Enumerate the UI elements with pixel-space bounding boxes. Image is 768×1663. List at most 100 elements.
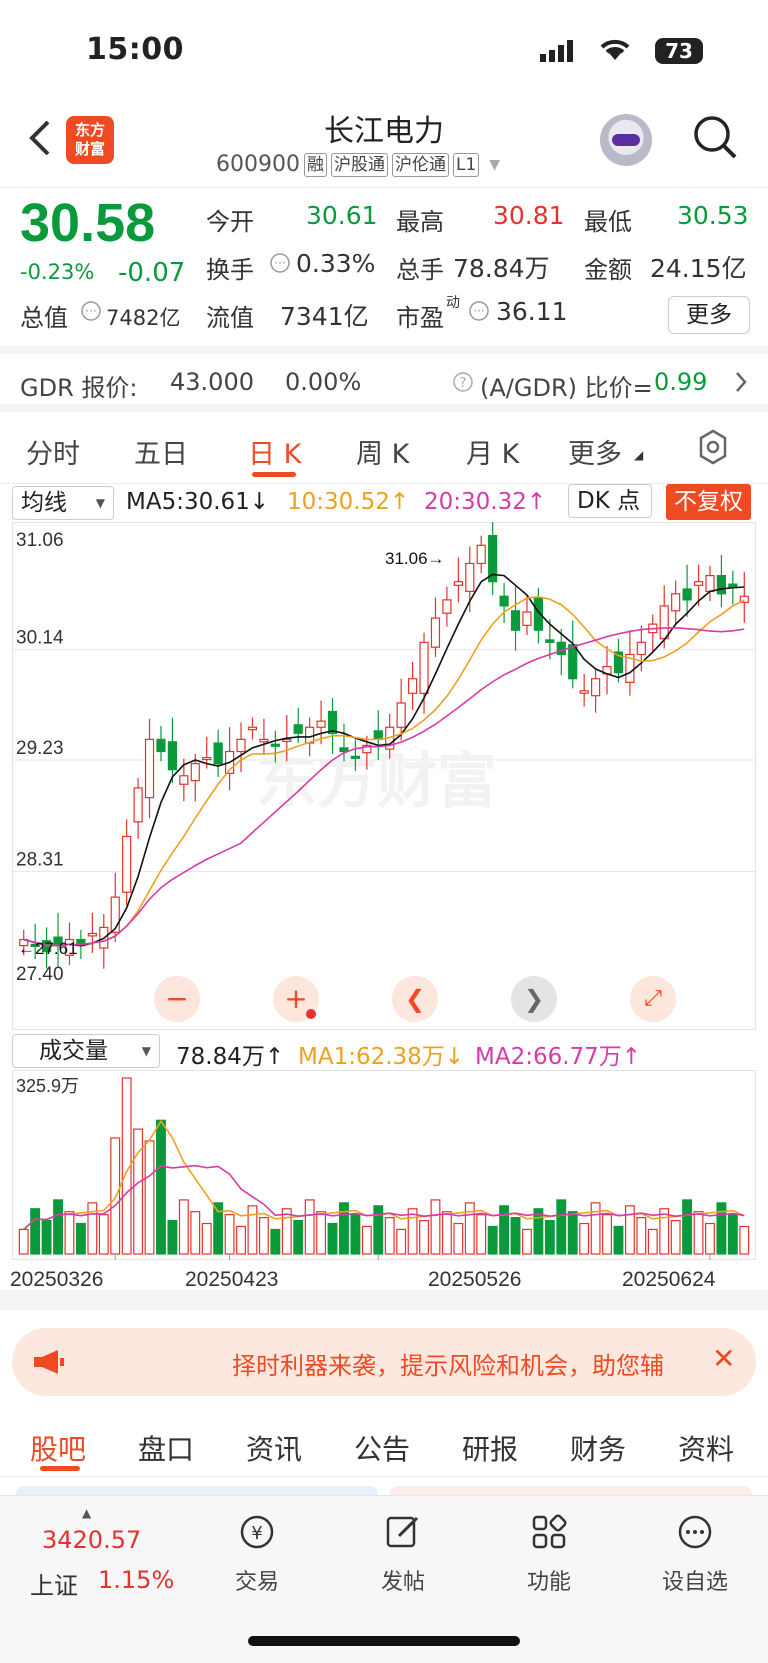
- volume-bar: [556, 1199, 567, 1255]
- tab-daily-k[interactable]: 日 K: [248, 432, 301, 471]
- tab-more[interactable]: 更多: [568, 432, 622, 471]
- gdr-row[interactable]: GDR 报价: 43.000 0.00% ? (A/GDR) 比价= 0.99: [0, 354, 768, 412]
- bottom-nav: ▲ 3420.57 上证 1.15% ¥ 交易 发帖 功能 设自选: [0, 1495, 768, 1663]
- stock-code: 600900: [216, 152, 300, 177]
- gdr-percent: 0.00%: [285, 368, 362, 396]
- candle-body: [510, 610, 521, 631]
- candle-body: [716, 575, 727, 595]
- active-tab-indicator: [252, 472, 296, 477]
- candle-body: [556, 641, 566, 656]
- index-value[interactable]: 3420.57: [42, 1526, 141, 1554]
- candle-body: [522, 611, 532, 626]
- candle-body: [236, 738, 246, 753]
- volume-bar: [647, 1228, 658, 1255]
- tab-profile[interactable]: 资料: [678, 1428, 734, 1468]
- tag-level: L1: [452, 152, 480, 177]
- tab-guba[interactable]: 股吧: [30, 1428, 86, 1468]
- change-amount: -0.07: [118, 258, 186, 288]
- svg-text:···: ···: [85, 304, 96, 318]
- info-icon[interactable]: ···: [468, 300, 490, 326]
- tab-news[interactable]: 资讯: [246, 1428, 302, 1468]
- svg-text:?: ?: [460, 376, 467, 391]
- candle-body: [465, 562, 475, 592]
- volume-bar: [18, 1228, 29, 1255]
- tab-order-book[interactable]: 盘口: [138, 1428, 194, 1468]
- nav-functions-label: 功能: [526, 1570, 571, 1595]
- volume-bar: [716, 1202, 727, 1255]
- svg-text:···: ···: [274, 256, 285, 270]
- info-icon[interactable]: ···: [80, 300, 102, 326]
- candle-body: [430, 617, 441, 648]
- fullscreen-icon[interactable]: ⤢: [630, 976, 676, 1022]
- candle-body: [213, 742, 223, 765]
- volume-bar: [590, 1202, 601, 1255]
- candle-body: [179, 775, 189, 785]
- volume-chart[interactable]: 325.9万: [12, 1070, 756, 1260]
- volume-bar: [613, 1225, 624, 1255]
- tab-monthly-k[interactable]: 月 K: [466, 432, 519, 471]
- volume-bar: [201, 1222, 212, 1255]
- nav-post[interactable]: 发帖: [358, 1512, 448, 1596]
- candle-body: [156, 738, 166, 753]
- candle-body: [407, 678, 418, 694]
- status-bar: 15:00 73: [0, 0, 768, 100]
- price-tick-label: 29.23: [16, 738, 64, 759]
- volume-bar: [705, 1222, 715, 1255]
- index-percent[interactable]: 1.15%: [98, 1566, 174, 1594]
- settings-gear-icon[interactable]: [694, 428, 732, 470]
- price-tick-label: 27.40: [16, 964, 64, 985]
- active-tab-indicator: [40, 1466, 80, 1471]
- low-value: 30.53: [677, 201, 749, 230]
- tab-announcements[interactable]: 公告: [354, 1428, 410, 1468]
- volume-bar: [682, 1199, 693, 1255]
- ma20-value: 20:30.32↑: [424, 489, 547, 515]
- watermark: 东方财富: [257, 747, 497, 817]
- volume-label: 总手: [396, 256, 444, 284]
- candle-body: [122, 835, 132, 893]
- battery-icon: 73: [655, 38, 703, 64]
- volume-bar: [224, 1214, 235, 1255]
- volume-indicator-select[interactable]: 成交量 ▼: [12, 1034, 160, 1068]
- volume-bar: [75, 1222, 86, 1255]
- candlestick-chart[interactable]: 东方财富 31.06 30.14 29.23 28.31 27.40 31.06→ ←27.…: [12, 522, 756, 1030]
- volume-bar: [510, 1217, 521, 1255]
- signal-icon: [540, 40, 576, 66]
- close-icon[interactable]: ✕: [712, 1342, 735, 1375]
- stock-code-row[interactable]: 600900 融 沪股通 沪伦通 L1 ▼: [216, 152, 500, 177]
- status-time: 15:00: [86, 32, 184, 67]
- tab-research[interactable]: 研报: [462, 1428, 518, 1468]
- tab-weekly-k[interactable]: 周 K: [356, 432, 409, 471]
- indicator-select[interactable]: 均线 ▼: [12, 486, 114, 520]
- scroll-right-button[interactable]: ❯: [511, 976, 557, 1022]
- candle-body: [316, 720, 326, 728]
- no-adjust-button[interactable]: 不复权: [666, 484, 751, 520]
- nav-add-watchlist[interactable]: 设自选: [650, 1512, 740, 1596]
- tab-five-day[interactable]: 五日: [134, 432, 188, 471]
- stock-name: 长江电力: [324, 114, 444, 149]
- dropdown-icon: ▼: [141, 1044, 151, 1058]
- tab-finance[interactable]: 财务: [570, 1428, 626, 1468]
- candle-body: [144, 738, 155, 799]
- volume-select-label: 成交量: [39, 1038, 108, 1064]
- turnover-label: 换手: [206, 256, 254, 284]
- scroll-left-button[interactable]: ❮: [392, 976, 438, 1022]
- volume-bar: [64, 1211, 75, 1255]
- volume-bar: [487, 1225, 498, 1255]
- search-icon[interactable]: [692, 114, 738, 164]
- candle-body: [350, 755, 361, 759]
- help-icon[interactable]: ?: [452, 371, 474, 399]
- promo-banner[interactable]: 择时利器来袭，提示风险和机会，助您辅 ✕: [12, 1328, 756, 1396]
- index-name[interactable]: 上证: [30, 1566, 78, 1601]
- volume-bar: [693, 1211, 704, 1255]
- info-icon[interactable]: ···: [269, 252, 291, 278]
- volume-bar: [156, 1119, 166, 1255]
- candle-body: [202, 756, 212, 761]
- assistant-robot-icon[interactable]: [600, 114, 652, 166]
- dk-point-select[interactable]: DK 点: [568, 484, 652, 518]
- more-button[interactable]: 更多: [668, 296, 750, 334]
- tab-intraday[interactable]: 分时: [26, 432, 80, 471]
- zoom-out-button[interactable]: −: [154, 976, 200, 1022]
- nav-trade[interactable]: ¥ 交易: [212, 1512, 302, 1596]
- volume-bar: [476, 1214, 487, 1255]
- nav-functions[interactable]: 功能: [504, 1512, 594, 1596]
